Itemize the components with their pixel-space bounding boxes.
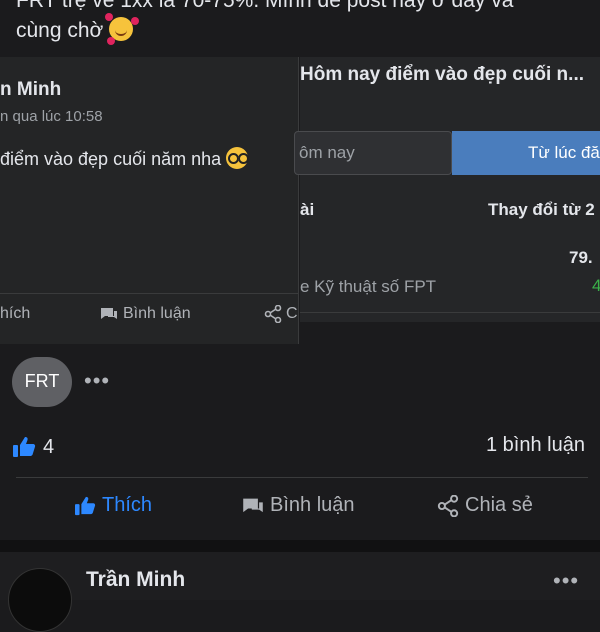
embedded-timestamp: n qua lúc 10:58 [0,108,103,125]
share-icon [437,494,459,517]
nerd-face-icon [226,147,249,169]
caption-line-1: FRT trệ về 1xx là 70-75%. Mình để post n… [16,0,514,12]
divider [300,312,600,313]
divider [16,477,588,478]
caption-line-2: cùng chờ [16,19,104,42]
stock-change: 4 [592,276,600,295]
thumbs-up-icon [75,496,96,515]
like-reaction-icon[interactable] [12,436,36,463]
embedded-comment-action: Bình luận [100,305,191,323]
embedded-post-screenshot: n Minh n qua lúc 10:58 điểm vào đẹp cuối… [0,57,299,344]
embedded-post-text: điểm vào đẹp cuối năm nha [0,147,249,170]
embedded-like-action: hích [0,305,31,322]
divider [0,293,298,294]
period-tab-today: ôm nay [294,131,452,175]
period-tab-since-label: Từ lúc đă [528,143,600,162]
post-separator [0,540,600,552]
comment-icon [243,498,263,512]
smiling-face-with-hearts-icon [105,13,134,41]
embedded-post-text-content: điểm vào đẹp cuối năm nha [0,149,222,169]
period-tab-since: Từ lúc đă [452,131,600,175]
more-options-icon[interactable]: ••• [84,368,110,394]
next-post-author[interactable]: Trần Minh [86,568,185,592]
avatar-text: FRT [24,371,60,391]
embedded-share-label: C [286,305,298,322]
next-post-avatar[interactable] [8,568,72,632]
embedded-share-action: C [264,305,298,323]
share-button[interactable]: Chia sẻ [437,494,533,517]
like-button-label: Thích [102,494,153,516]
avatar[interactable]: FRT [12,357,72,407]
embedded-stock-screenshot: Hôm nay điểm vào đẹp cuối n... ôm nay Từ… [294,57,600,322]
comment-icon [101,308,117,319]
stock-name: e Kỹ thuật số FPT [300,277,437,296]
share-button-label: Chia sẻ [465,494,533,516]
comment-button-label: Bình luận [270,494,355,516]
column-header-name: ài [300,200,315,219]
like-button[interactable]: Thích [74,494,152,517]
comment-count[interactable]: 1 bình luận [486,434,585,457]
stock-price: 79. [569,248,593,267]
column-header-change: Thay đổi từ 2 [488,200,595,219]
embedded-comment-label: Bình luận [123,305,191,322]
comment-button[interactable]: Bình luận [242,494,355,517]
embedded-author-name: n Minh [0,79,62,100]
more-options-icon[interactable]: ••• [553,568,579,594]
share-icon [264,305,282,323]
post-caption: FRT trệ về 1xx là 70-75%. Mình để post n… [16,0,596,46]
stock-post-title: Hôm nay điểm vào đẹp cuối n... [300,64,584,85]
period-tab-today-label: ôm nay [299,143,355,162]
like-count[interactable]: 4 [43,436,54,459]
